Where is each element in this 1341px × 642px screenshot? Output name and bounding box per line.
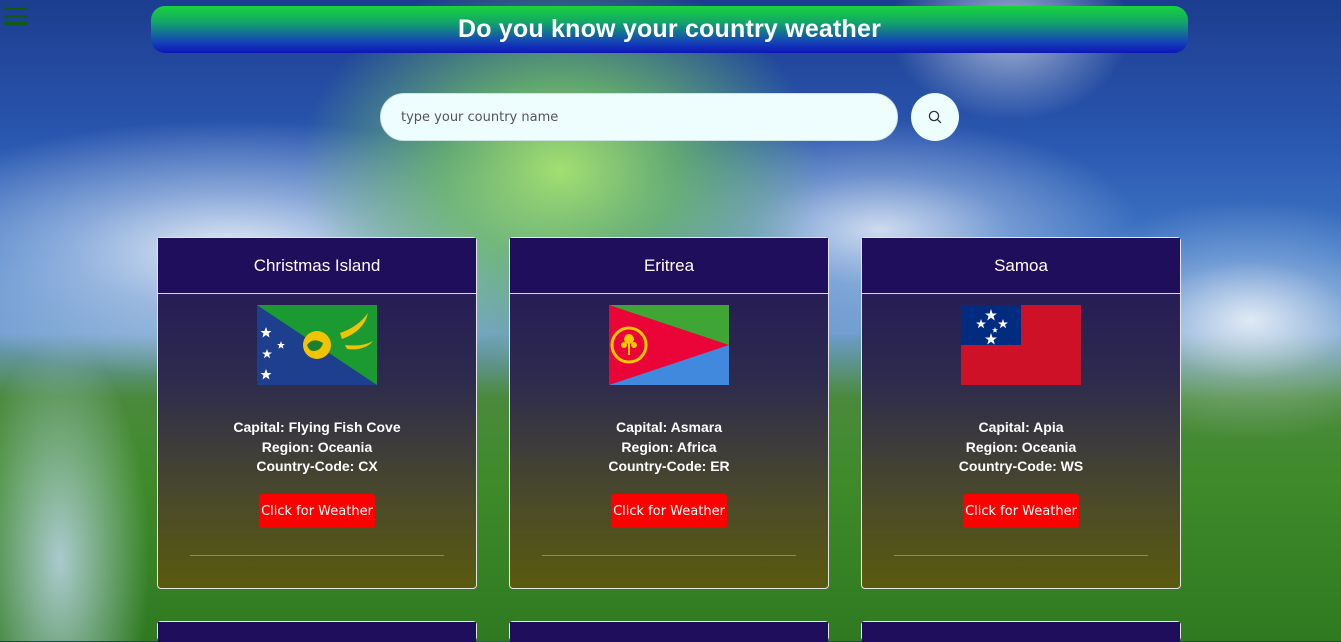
country-card [157, 621, 477, 642]
card-header [158, 622, 476, 642]
page-header: Do you know your country weather [151, 6, 1188, 53]
divider [542, 555, 796, 556]
christmas-island-flag [257, 305, 377, 385]
card-header [510, 622, 828, 642]
search-icon [928, 110, 942, 124]
country-card [509, 621, 829, 642]
country-code-text: Country-Code: WS [958, 458, 1084, 474]
weather-button[interactable]: Click for Weather [259, 494, 375, 528]
country-info: Capital: Flying Fish Cove Region: Oceani… [158, 418, 476, 477]
country-card [861, 621, 1181, 642]
divider [894, 555, 1148, 556]
country-info: Capital: Asmara Region: Africa Country-C… [510, 418, 828, 477]
country-name: Samoa [862, 238, 1180, 294]
divider [190, 555, 444, 556]
country-card: Christmas Island Capital: Flying Fish Co… [157, 237, 477, 589]
region-text: Region: Africa [621, 438, 717, 455]
country-name: Eritrea [510, 238, 828, 294]
eritrea-flag [609, 305, 729, 385]
samoa-flag [961, 305, 1081, 385]
country-card: Samoa Capital: Apia Region: Oceania Coun… [861, 237, 1181, 589]
capital-text: Capital: Asmara [615, 419, 723, 435]
page-title: Do you know your country weather [457, 15, 882, 43]
country-code-text: Country-Code: CX [256, 458, 378, 474]
weather-button[interactable]: Click for Weather [611, 494, 727, 528]
country-info: Capital: Apia Region: Oceania Country-Co… [862, 418, 1180, 477]
search-button[interactable] [911, 93, 959, 141]
capital-text: Capital: Apia [978, 419, 1064, 435]
country-name: Christmas Island [158, 238, 476, 294]
weather-button[interactable]: Click for Weather [963, 494, 1079, 528]
region-text: Region: Oceania [965, 438, 1077, 455]
card-header [862, 622, 1180, 642]
search-input[interactable] [380, 93, 898, 141]
capital-text: Capital: Flying Fish Cove [233, 419, 401, 435]
country-code-text: Country-Code: ER [608, 458, 730, 474]
region-text: Region: Oceania [261, 438, 373, 455]
hamburger-icon[interactable] [4, 5, 28, 27]
country-card: Eritrea Capital: Asmara Region: Africa C… [509, 237, 829, 589]
